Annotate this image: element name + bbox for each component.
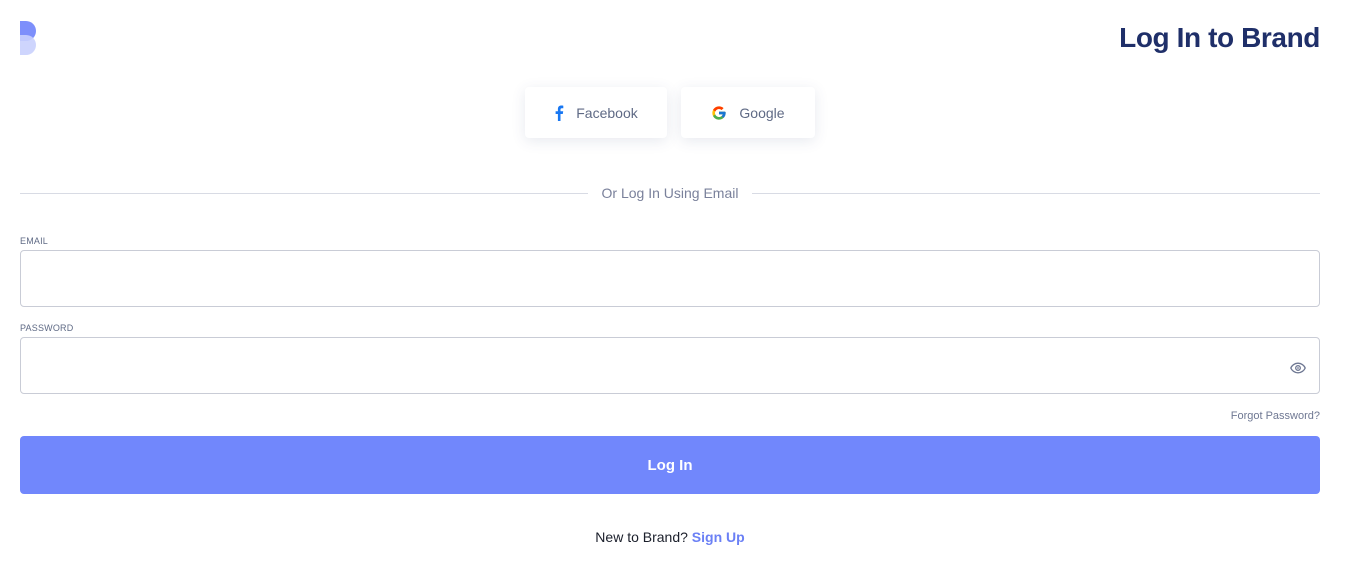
or-divider: Or Log In Using Email (20, 184, 1320, 202)
brand-logo-icon (20, 21, 36, 55)
signup-link[interactable]: Sign Up (692, 529, 745, 545)
eye-icon[interactable] (1290, 361, 1306, 374)
google-login-label: Google (739, 104, 785, 121)
login-page: Log In to Brand Facebook Google Or Log I… (0, 0, 1348, 570)
social-login-row: Facebook Google (525, 87, 815, 138)
email-label: EMAIL (20, 236, 49, 246)
divider-line-right (752, 193, 1320, 194)
email-field[interactable] (21, 251, 1319, 306)
facebook-icon (554, 105, 564, 121)
facebook-login-button[interactable]: Facebook (525, 87, 667, 138)
login-button[interactable]: Log In (20, 436, 1320, 494)
password-field[interactable] (21, 338, 1319, 393)
signup-prompt-text: New to Brand? (595, 529, 688, 545)
forgot-password-link[interactable]: Forgot Password? (1231, 410, 1320, 422)
facebook-login-label: Facebook (576, 104, 638, 121)
google-login-button[interactable]: Google (681, 87, 815, 138)
password-field-wrapper (20, 337, 1320, 394)
google-icon (711, 105, 727, 121)
signup-prompt: New to Brand? Sign Up (0, 529, 1340, 545)
email-field-wrapper (20, 250, 1320, 307)
password-label: PASSWORD (20, 323, 74, 333)
page-title: Log In to Brand (1119, 22, 1320, 53)
